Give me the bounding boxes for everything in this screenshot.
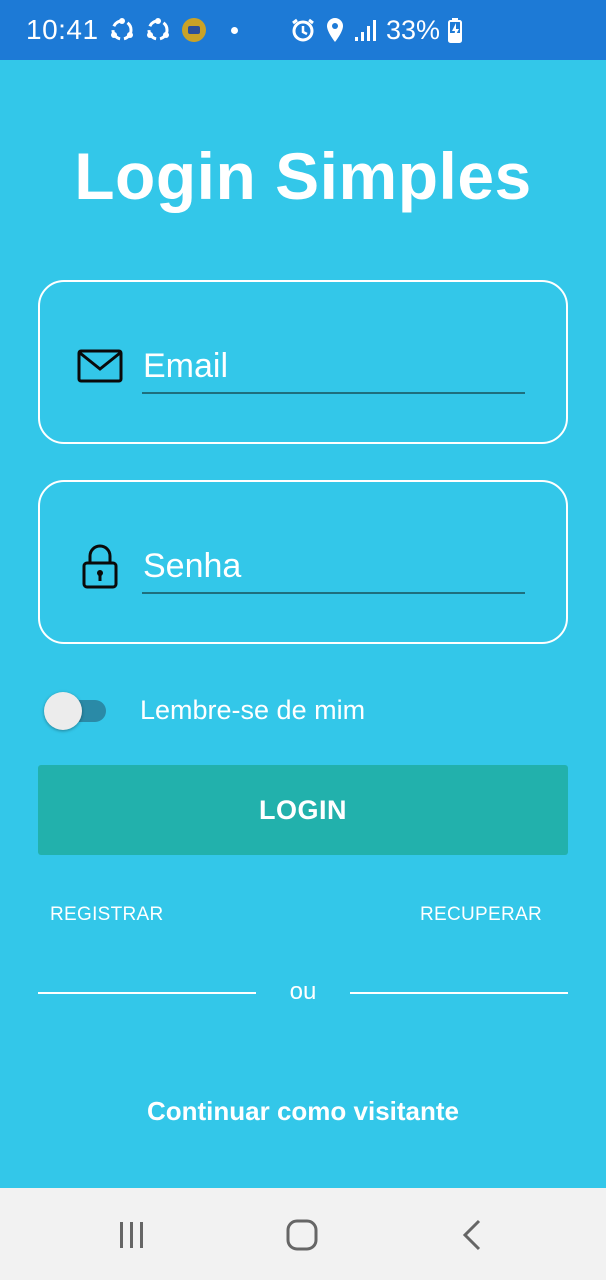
password-field-card — [38, 480, 568, 644]
recents-icon[interactable] — [112, 1218, 152, 1252]
navigation-bar — [0, 1188, 606, 1280]
login-button[interactable]: LOGIN — [38, 765, 568, 855]
dot-icon — [230, 26, 238, 34]
status-right-group: 33% — [290, 15, 462, 46]
remember-me-label: Lembre-se de mim — [140, 694, 366, 725]
battery-percentage: 33% — [385, 14, 440, 45]
alarm-icon — [290, 17, 316, 43]
register-link[interactable]: REGISTRAR — [50, 904, 164, 926]
guest-link[interactable]: Continuar como visitante — [0, 1096, 606, 1127]
divider-line-right — [350, 992, 568, 994]
email-input[interactable] — [142, 340, 525, 394]
app-notification-icon — [181, 17, 207, 43]
status-bar: 10:41 33% — [0, 0, 606, 60]
page-title: Login Simples — [74, 139, 532, 213]
email-field-card — [38, 280, 568, 444]
status-left-group: 10:41 — [26, 14, 238, 46]
signal-icon — [354, 18, 378, 42]
remember-me-switch[interactable] — [44, 690, 108, 730]
remember-me-row: Lembre-se de mim — [44, 690, 365, 730]
back-icon[interactable] — [452, 1218, 492, 1252]
mail-icon — [76, 342, 124, 390]
battery-charging-icon — [448, 17, 462, 43]
password-input[interactable] — [142, 540, 525, 594]
recover-link[interactable]: RECUPERAR — [420, 904, 542, 926]
sync-icon — [109, 17, 135, 43]
lock-icon — [76, 542, 124, 590]
home-icon[interactable] — [282, 1218, 322, 1252]
switch-thumb — [44, 692, 82, 730]
status-time: 10:41 — [26, 14, 99, 45]
sync-icon — [145, 17, 171, 43]
location-icon — [324, 17, 346, 43]
